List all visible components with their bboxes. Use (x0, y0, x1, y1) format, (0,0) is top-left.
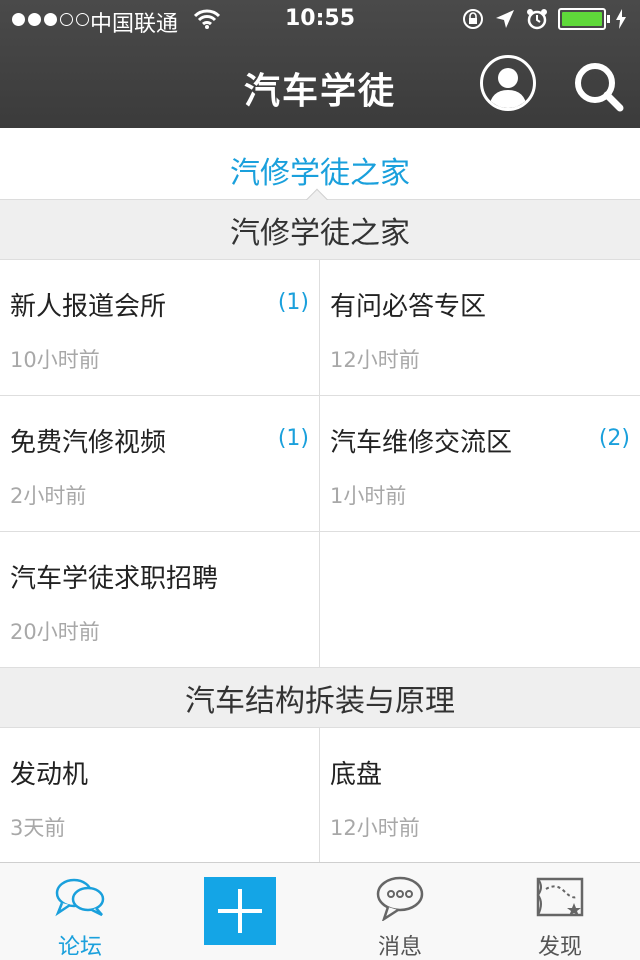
board-name: 汽车维修交流区 (330, 428, 513, 458)
board-name: 底盘 (330, 760, 383, 790)
battery-icon (558, 8, 610, 30)
last-updated: 2小时前 (10, 484, 87, 508)
last-updated: 12小时前 (330, 816, 420, 840)
last-updated: 20小时前 (10, 620, 100, 644)
charging-bolt-icon (616, 9, 626, 29)
forum-board-cell[interactable]: 汽车维修交流区 (2) 1小时前 (320, 396, 640, 532)
user-icon (489, 68, 527, 108)
forum-board-cell[interactable]: 新人报道会所 (1) 10小时前 (0, 260, 320, 396)
subtab-label: 汽修学徒之家 (230, 156, 410, 191)
forum-board-cell[interactable]: 发动机 3天前 (0, 728, 320, 864)
section-header: 汽车结构拆装与原理 (0, 668, 640, 728)
forum-board-cell[interactable]: 免费汽修视频 (1) 2小时前 (0, 396, 320, 532)
alarm-icon (527, 9, 547, 30)
board-name: 免费汽修视频 (10, 428, 167, 458)
forum-board-cell[interactable]: 有问必答专区 12小时前 (320, 260, 640, 396)
forum-board-cell[interactable]: 底盘 12小时前 (320, 728, 640, 864)
empty-cell (320, 532, 640, 668)
location-arrow-icon (496, 10, 514, 28)
last-updated: 3天前 (10, 816, 66, 840)
tab-forum[interactable]: 论坛 (0, 863, 160, 960)
plus-icon (218, 889, 262, 933)
rotation-lock-icon (463, 9, 483, 29)
page-title: 汽车学徒 (243, 71, 396, 112)
top-bar: 中国联通 10:55 汽车学徒 (0, 0, 640, 128)
section-header: 汽修学徒之家 (0, 200, 640, 260)
map-icon (536, 877, 584, 917)
board-name: 有问必答专区 (330, 292, 487, 322)
tab-messages[interactable]: 消息 (320, 863, 480, 960)
new-post-count: (2) (598, 426, 630, 451)
tab-new-post[interactable] (160, 863, 320, 960)
new-post-button[interactable] (204, 877, 276, 945)
bottom-tab-bar: 论坛 消息 发现 (0, 862, 640, 960)
forum-category-tab[interactable]: 汽修学徒之家 (0, 128, 640, 200)
chat-bubbles-icon (55, 878, 105, 917)
tab-label: 发现 (537, 935, 582, 960)
user-profile-button[interactable] (480, 55, 536, 111)
status-bar: 中国联通 10:55 (0, 0, 640, 40)
board-name: 新人报道会所 (10, 292, 167, 322)
tab-label: 论坛 (57, 935, 102, 960)
new-post-count: (1) (277, 290, 309, 315)
last-updated: 10小时前 (10, 348, 100, 372)
board-name: 汽车学徒求职招聘 (10, 564, 219, 594)
forum-board-cell[interactable]: 汽车学徒求职招聘 20小时前 (0, 532, 320, 668)
tab-discover[interactable]: 发现 (480, 863, 640, 960)
tab-label: 消息 (377, 935, 422, 960)
search-icon[interactable] (572, 60, 624, 112)
board-name: 发动机 (10, 760, 89, 790)
new-post-count: (1) (277, 426, 309, 451)
message-icon (376, 876, 424, 921)
last-updated: 12小时前 (330, 348, 420, 372)
last-updated: 1小时前 (330, 484, 407, 508)
